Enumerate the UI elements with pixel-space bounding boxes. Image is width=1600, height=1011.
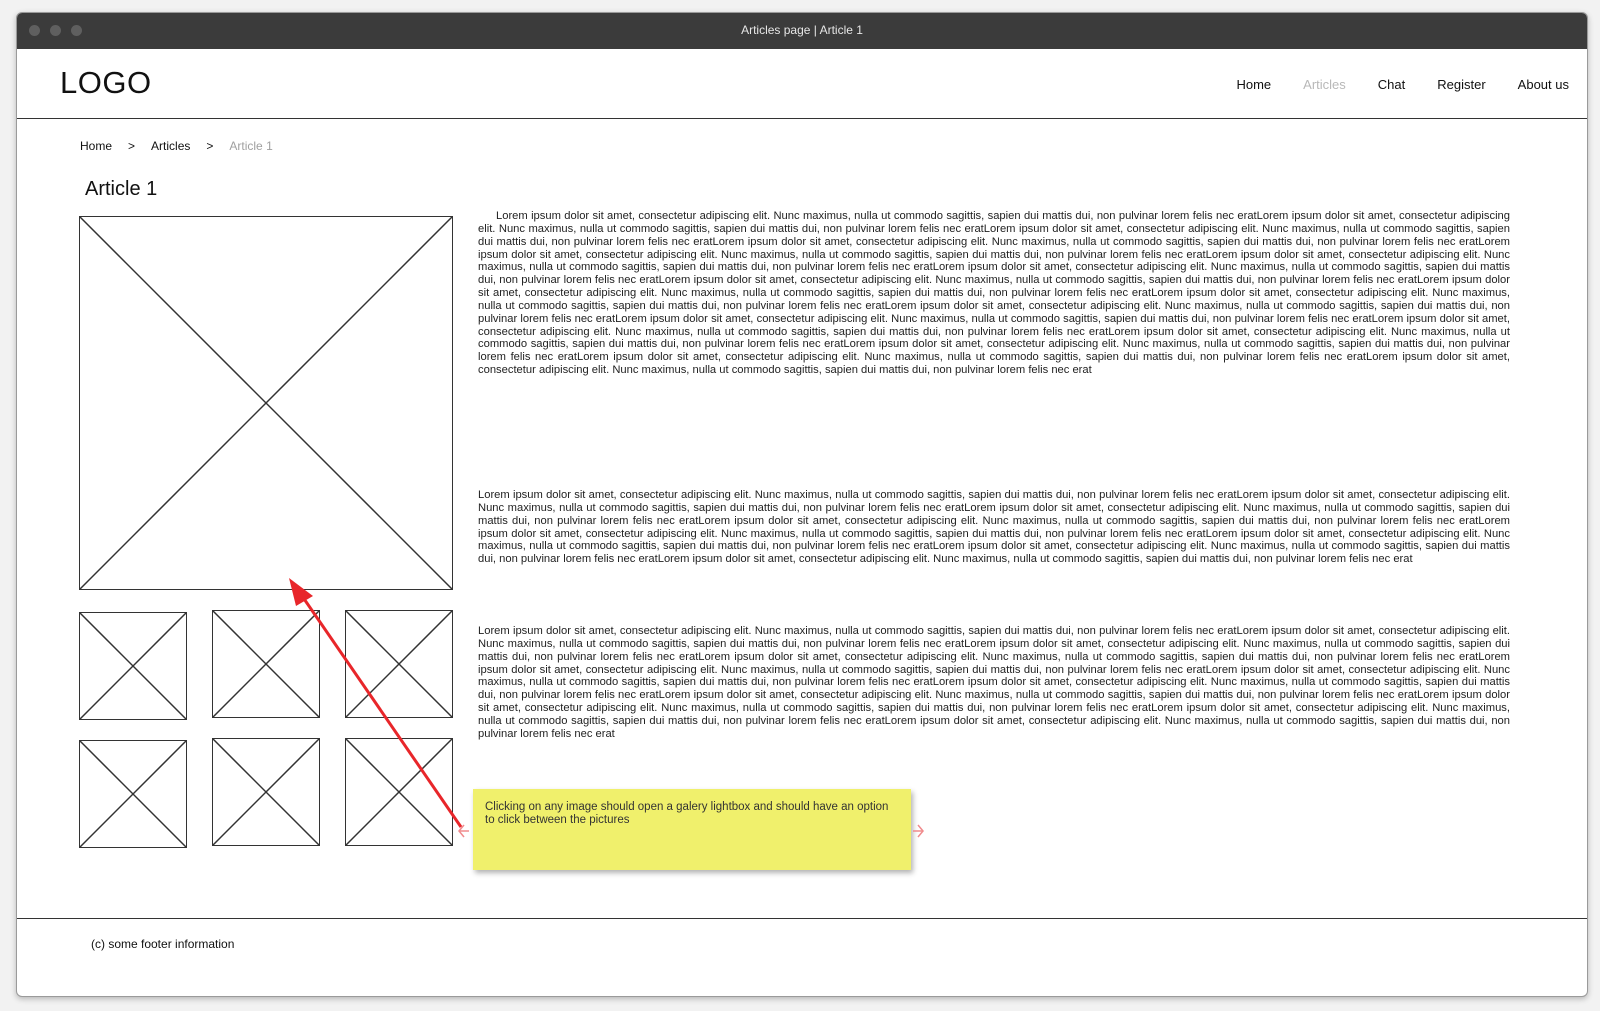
breadcrumb: Home > Articles > Article 1 [80,139,273,153]
right-connector-icon [917,824,924,838]
nav-articles[interactable]: Articles [1303,77,1346,92]
nav-chat[interactable]: Chat [1378,77,1405,92]
thumbnail-image-4[interactable] [79,740,187,848]
logo[interactable]: LOGO [60,65,152,101]
article-paragraph-2: Lorem ipsum dolor sit amet, consectetur … [478,489,1510,566]
left-connector-icon [458,824,465,838]
breadcrumb-articles[interactable]: Articles [151,139,190,153]
thumbnail-image-2[interactable] [212,610,320,718]
image-placeholder-icon [213,611,319,717]
nav-about-us[interactable]: About us [1518,77,1569,92]
main-image-placeholder[interactable] [79,216,453,590]
close-window-button[interactable] [29,25,40,36]
breadcrumb-separator: > [206,139,214,153]
image-placeholder-icon [346,739,452,845]
thumbnail-image-3[interactable] [345,610,453,718]
nav-home[interactable]: Home [1236,77,1271,92]
thumbnail-image-1[interactable] [79,612,187,720]
image-placeholder-icon [80,613,186,719]
site-footer: (c) some footer information [17,918,1587,996]
main-nav: Home Articles Chat Register About us [1236,77,1569,92]
annotation-sticky-note: Clicking on any image should open a gale… [473,789,911,870]
image-placeholder-icon [80,741,186,847]
breadcrumb-separator: > [128,139,136,153]
title-bar: Articles page | Article 1 [17,13,1587,49]
nav-register[interactable]: Register [1437,77,1485,92]
image-placeholder-icon [80,217,452,589]
window-controls [29,25,82,36]
thumbnail-image-5[interactable] [212,738,320,846]
article-title: Article 1 [85,178,158,200]
article-paragraph-1: Lorem ipsum dolor sit amet, consectetur … [478,210,1510,377]
maximize-window-button[interactable] [71,25,82,36]
browser-window: Articles page | Article 1 LOGO Home Arti… [16,12,1588,997]
site-header: LOGO Home Articles Chat Register About u… [17,49,1587,119]
breadcrumb-home[interactable]: Home [80,139,112,153]
footer-text: (c) some footer information [91,937,235,951]
thumbnail-image-6[interactable] [345,738,453,846]
annotation-note-text: Clicking on any image should open a gale… [485,801,889,826]
image-placeholder-icon [346,611,452,717]
minimize-window-button[interactable] [50,25,61,36]
image-placeholder-icon [213,739,319,845]
article-paragraph-3: Lorem ipsum dolor sit amet, consectetur … [478,625,1510,740]
breadcrumb-current: Article 1 [229,139,273,153]
window-title: Articles page | Article 1 [741,23,863,37]
